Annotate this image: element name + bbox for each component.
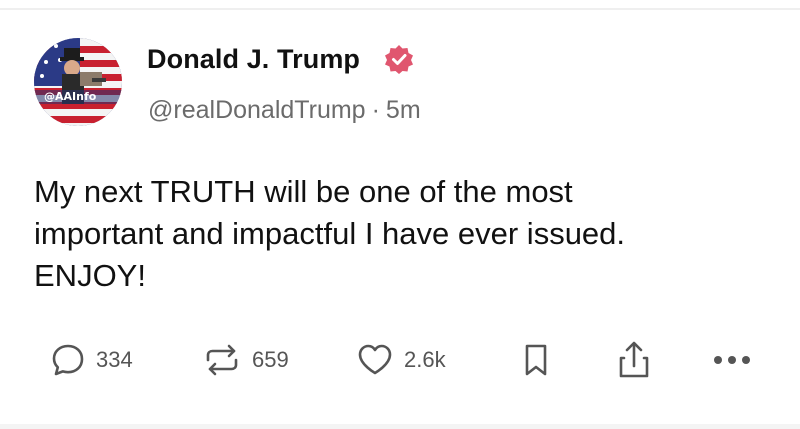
action-bar: 334 659 2.6k (0, 336, 800, 384)
share-upload-icon (619, 341, 649, 378)
like-count: 2.6k (404, 347, 446, 372)
bookmark-icon (525, 344, 547, 376)
author-name[interactable]: Donald J. Trump (147, 44, 360, 75)
like-button[interactable]: 2.6k (356, 336, 446, 384)
meta-separator: · (371, 96, 380, 124)
post-text-line: ENJOY! (34, 258, 146, 293)
avatar-flag-image (34, 38, 122, 126)
reply-count: 334 (96, 347, 133, 372)
more-button[interactable] (712, 336, 752, 384)
truth-post[interactable]: @AAInfo Donald J. Trump @realDonaldTrump… (0, 0, 800, 429)
post-text-line: My next TRUTH will be one of the most (34, 174, 573, 209)
avatar[interactable]: @AAInfo (34, 38, 122, 126)
heart-icon (358, 344, 392, 375)
retruth-count: 659 (252, 347, 289, 372)
post-body: My next TRUTH will be one of the most im… (34, 171, 774, 297)
more-dots-icon (714, 356, 750, 364)
author-handle[interactable]: @realDonaldTrump (148, 96, 366, 124)
post-text-line: important and impactful I have ever issu… (34, 216, 626, 251)
bookmark-button[interactable] (520, 336, 552, 384)
post-time[interactable]: 5m (386, 96, 421, 124)
retruth-button[interactable]: 659 (202, 336, 289, 384)
speech-bubble-icon (52, 344, 84, 376)
verified-badge-icon (384, 44, 414, 74)
bottom-divider (0, 424, 800, 429)
avatar-watermark-text: @AAInfo (44, 90, 97, 103)
reply-button[interactable]: 334 (50, 336, 133, 384)
share-button[interactable] (616, 336, 652, 384)
handle-line: @realDonaldTrump · 5m (148, 96, 421, 125)
repost-arrows-icon (206, 344, 238, 376)
